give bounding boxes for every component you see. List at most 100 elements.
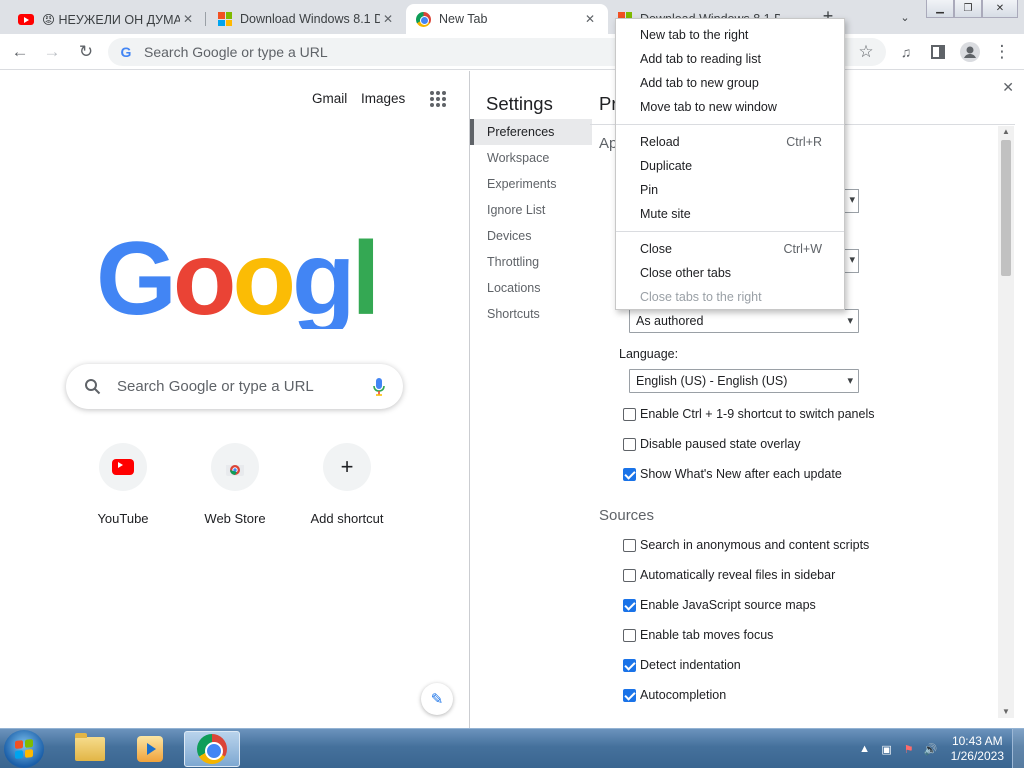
menu-item-label: Pin <box>640 183 659 197</box>
tab-title: 😡 НЕУЖЕЛИ ОН ДУМАЛ <box>42 12 180 27</box>
windows-logo-icon <box>15 739 33 759</box>
close-tab-icon[interactable]: ✕ <box>582 11 598 27</box>
restore-button[interactable]: ❐ <box>954 0 982 18</box>
checkbox-label: Search in anonymous and content scripts <box>640 538 870 552</box>
chrome-icon <box>197 734 227 764</box>
microphone-icon[interactable] <box>373 377 385 396</box>
ntp-search-placeholder: Search Google or type a URL <box>117 378 314 395</box>
menu-item-move-new-window[interactable]: Move tab to new window <box>616 95 844 119</box>
nav-item-locations[interactable]: Locations <box>470 275 592 301</box>
nav-item-workspace[interactable]: Workspace <box>470 145 592 171</box>
menu-item-reload[interactable]: Reload Ctrl+R <box>616 130 844 154</box>
scroll-down-arrow-icon[interactable]: ▼ <box>998 706 1014 718</box>
checkbox-js-source-maps[interactable]: Enable JavaScript source maps <box>623 598 816 612</box>
tab-search-chevron-icon[interactable]: ⌄ <box>896 8 914 26</box>
menu-item-label: Reload <box>640 135 680 149</box>
clock-time: 10:43 AM <box>951 734 1003 748</box>
menu-item-add-reading-list[interactable]: Add tab to reading list <box>616 47 844 71</box>
bookmark-star-icon[interactable]: ☆ <box>854 40 878 64</box>
color-format-select[interactable]: As authored <box>629 309 859 333</box>
minimize-button[interactable]: ▁ <box>926 0 954 18</box>
volume-icon[interactable]: 🔊 <box>923 741 939 757</box>
menu-kebab-icon[interactable]: ⋮ <box>990 40 1014 64</box>
checkbox-label: Enable JavaScript source maps <box>640 598 816 612</box>
show-hidden-icons-icon[interactable]: ▲ <box>857 741 873 757</box>
checkbox-label: Autocompletion <box>640 688 727 702</box>
menu-item-pin[interactable]: Pin <box>616 178 844 202</box>
menu-item-close[interactable]: Close Ctrl+W <box>616 237 844 261</box>
nav-item-throttling[interactable]: Throttling <box>470 249 592 275</box>
reload-icon[interactable]: ↻ <box>74 40 98 64</box>
menu-item-close-tabs-right: Close tabs to the right <box>616 285 844 309</box>
checkbox-search-anonymous[interactable]: Search in anonymous and content scripts <box>623 538 869 552</box>
menu-item-duplicate[interactable]: Duplicate <box>616 154 844 178</box>
webstore-icon <box>226 465 244 476</box>
close-tab-icon[interactable]: ✕ <box>180 11 196 27</box>
ntp-search-box[interactable]: Search Google or type a URL <box>66 364 403 409</box>
checkbox-label: Enable Ctrl + 1-9 shortcut to switch pan… <box>640 407 875 421</box>
omnibox-placeholder: Search Google or type a URL <box>144 44 328 60</box>
checkbox-reveal-files[interactable]: Automatically reveal files in sidebar <box>623 568 835 582</box>
nav-item-preferences[interactable]: Preferences <box>470 119 592 145</box>
menu-item-label: Close <box>640 242 672 256</box>
chrome-icon <box>416 11 431 27</box>
forward-arrow-icon[interactable]: → <box>40 40 64 64</box>
nav-item-ignore-list[interactable]: Ignore List <box>470 197 592 223</box>
apps-grid-icon[interactable] <box>430 91 446 107</box>
nav-item-devices[interactable]: Devices <box>470 223 592 249</box>
images-link[interactable]: Images <box>361 91 405 106</box>
scrollbar-thumb[interactable] <box>1001 140 1011 276</box>
clock[interactable]: 10:43 AM 1/26/2023 <box>951 734 1004 764</box>
shortcut-add[interactable]: + Add shortcut <box>291 443 403 526</box>
checkbox-show-whats-new[interactable]: Show What's New after each update <box>623 467 842 481</box>
start-button[interactable] <box>4 730 44 768</box>
action-center-flag-icon[interactable]: ⚑ <box>901 741 917 757</box>
profile-avatar-icon[interactable] <box>958 40 982 64</box>
taskbar-explorer[interactable] <box>62 731 118 767</box>
language-label: Language: <box>619 347 679 361</box>
shortcut-web-store[interactable]: Web Store <box>179 443 291 526</box>
show-desktop-button[interactable] <box>1012 729 1024 768</box>
checkbox-detect-indentation[interactable]: Detect indentation <box>623 658 741 672</box>
close-tab-icon[interactable]: ✕ <box>380 11 396 27</box>
back-arrow-icon[interactable]: ← <box>8 40 32 64</box>
checkbox-tab-moves-focus[interactable]: Enable tab moves focus <box>623 628 773 642</box>
panel-layout-select[interactable] <box>845 249 859 273</box>
toolbar: ← → ↻ G Search Google or type a URL ☆ ♫ … <box>0 34 1024 70</box>
tab-download-windows[interactable]: Download Windows 8.1 D ✕ <box>208 4 406 34</box>
menu-item-new-tab-right[interactable]: New tab to the right <box>616 23 844 47</box>
scrollbar[interactable]: ▲ ▼ <box>998 126 1014 718</box>
menu-item-mute-site[interactable]: Mute site <box>616 202 844 226</box>
tab-title: Download Windows 8.1 D <box>240 12 380 26</box>
checkbox-label: Enable tab moves focus <box>640 628 774 642</box>
tab-new-tab[interactable]: New Tab ✕ <box>406 4 608 34</box>
checkbox-autocompletion[interactable]: Autocompletion <box>623 688 726 702</box>
logo-letter-g2: g <box>292 221 352 329</box>
close-icon[interactable]: ✕ <box>1002 79 1014 96</box>
shortcut-label: Web Store <box>204 511 266 526</box>
scroll-up-arrow-icon[interactable]: ▲ <box>998 126 1014 138</box>
google-g-icon: G <box>120 44 132 60</box>
language-select[interactable]: English (US) - English (US) <box>629 369 859 393</box>
menu-item-label: Close other tabs <box>640 266 732 280</box>
theme-select[interactable] <box>845 189 859 213</box>
checkbox-label: Show What's New after each update <box>640 467 842 481</box>
gmail-link[interactable]: Gmail <box>312 91 347 106</box>
customize-pencil-icon[interactable]: ✎ <box>421 683 453 715</box>
shortcut-youtube[interactable]: YouTube <box>67 443 179 526</box>
taskbar-chrome[interactable] <box>184 731 240 767</box>
taskbar-media-player[interactable] <box>122 731 178 767</box>
checkbox-disable-paused-overlay[interactable]: Disable paused state overlay <box>623 437 801 451</box>
side-panel-icon[interactable] <box>926 40 950 64</box>
nav-item-shortcuts[interactable]: Shortcuts <box>470 301 592 327</box>
network-icon[interactable]: ▣ <box>879 741 895 757</box>
checkbox-ctrl-shortcut[interactable]: Enable Ctrl + 1-9 shortcut to switch pan… <box>623 407 875 421</box>
close-window-button[interactable]: ✕ <box>982 0 1018 18</box>
menu-item-add-new-group[interactable]: Add tab to new group <box>616 71 844 95</box>
windows-taskbar: ▲ ▣ ⚑ 🔊 10:43 AM 1/26/2023 <box>0 728 1024 768</box>
nav-item-experiments[interactable]: Experiments <box>470 171 592 197</box>
tab-title: New Tab <box>439 12 488 26</box>
menu-item-close-other-tabs[interactable]: Close other tabs <box>616 261 844 285</box>
tab-youtube[interactable]: 😡 НЕУЖЕЛИ ОН ДУМАЛ ✕ <box>8 4 206 34</box>
media-controls-icon[interactable]: ♫ <box>894 40 918 64</box>
